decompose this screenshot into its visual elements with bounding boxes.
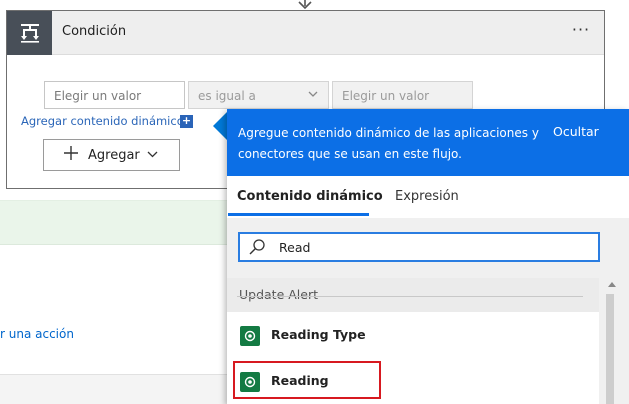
section-header[interactable]: Update Alert: [227, 278, 599, 312]
section-label: Update Alert: [239, 287, 318, 302]
condition-operator-select[interactable]: es igual a: [188, 81, 329, 109]
chevron-down-icon: [147, 151, 158, 158]
condition-header[interactable]: Condición ···: [7, 11, 604, 55]
hide-panel-button[interactable]: Ocultar: [553, 124, 599, 139]
scroll-thumb[interactable]: [606, 294, 614, 404]
search-icon: [249, 239, 265, 255]
dataverse-icon: [240, 326, 260, 346]
search-value: Read: [279, 240, 311, 255]
operator-value: es igual a: [198, 89, 256, 103]
flow-connector-arrow-icon: [298, 0, 312, 10]
add-button[interactable]: Agregar: [43, 139, 180, 171]
add-button-label: Agregar: [88, 148, 140, 163]
add-dynamic-content-plus-icon[interactable]: +: [180, 115, 193, 128]
panel-message: Agregue contenido dinámico de las aplica…: [238, 126, 539, 161]
dynamic-content-panel: Agregue contenido dinámico de las aplica…: [227, 109, 629, 404]
condition-icon: [7, 11, 52, 55]
add-action-link[interactable]: r una acción: [0, 327, 74, 341]
panel-pointer: [213, 112, 227, 140]
condition-left-value-input[interactable]: Elegir un valor: [44, 81, 185, 109]
panel-tabs: Contenido dinámico Expresión: [227, 176, 629, 218]
chevron-down-icon: [308, 91, 318, 97]
list-item-label: Reading Type: [271, 327, 366, 342]
more-options-icon[interactable]: ···: [567, 21, 595, 43]
panel-header: Agregue contenido dinámico de las aplica…: [227, 109, 629, 176]
scroll-up-icon[interactable]: [608, 282, 616, 287]
selection-highlight-box: [233, 361, 381, 399]
tab-dynamic-content[interactable]: Contenido dinámico: [237, 189, 383, 204]
condition-title: Condición: [62, 24, 127, 39]
condition-right-value-input[interactable]: Elegir un valor: [332, 81, 473, 109]
list-divider: [237, 296, 583, 297]
search-area: Read: [227, 218, 629, 278]
tab-expression[interactable]: Expresión: [395, 189, 459, 204]
panel-scrollbar[interactable]: [599, 278, 629, 404]
active-tab-indicator: [228, 213, 369, 216]
list-item-reading-type[interactable]: Reading Type: [227, 314, 599, 357]
add-dynamic-content-link[interactable]: Agregar contenido dinámico: [21, 114, 184, 128]
plus-icon: [64, 146, 78, 164]
search-input[interactable]: Read: [238, 232, 600, 262]
